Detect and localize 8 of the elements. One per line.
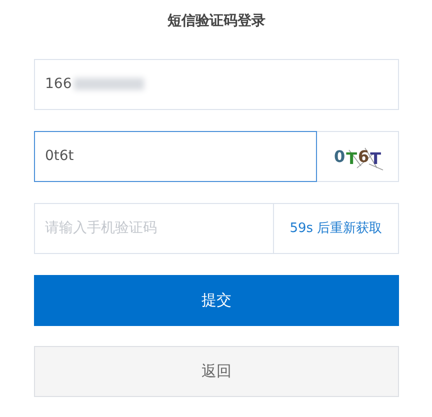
page-title: 短信验证码登录: [166, 12, 266, 31]
sms-code-field[interactable]: 请输入手机验证码: [34, 202, 274, 254]
phone-field[interactable]: 166: [34, 58, 399, 110]
captcha-image[interactable]: 0T6T: [317, 130, 399, 182]
back-button[interactable]: 返回: [34, 346, 399, 397]
submit-button[interactable]: 提交: [34, 274, 399, 326]
resend-button[interactable]: 59s 后重新获取: [273, 202, 399, 254]
captcha-field[interactable]: 0t6t: [34, 130, 317, 182]
